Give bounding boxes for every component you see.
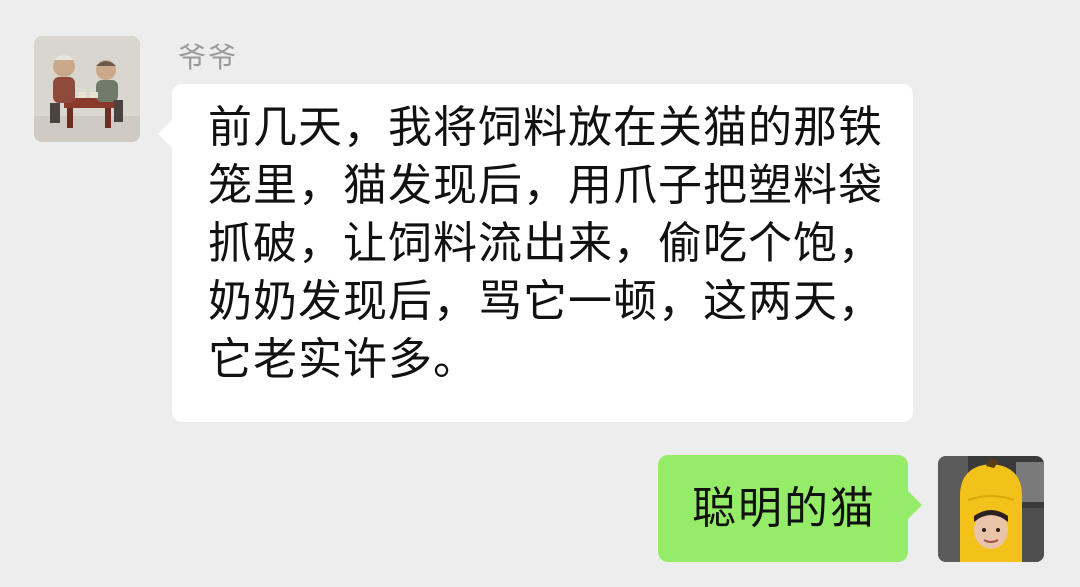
incoming-message-bubble[interactable]: 前几天，我将饲料放在关猫的那铁 笼里，猫发现后，用爪子把塑料袋 抓破，让饲料流出… — [158, 84, 913, 422]
message-line: 前几天，我将饲料放在关猫的那铁 — [208, 102, 883, 153]
sender-name: 爷爷 — [178, 41, 239, 74]
sender-avatar[interactable] — [34, 36, 140, 142]
banana-costume-icon — [938, 456, 1044, 562]
self-avatar[interactable] — [938, 456, 1044, 562]
message-line: 笼里，猫发现后，用爪子把塑料袋 — [208, 160, 883, 211]
outgoing-message-text: 聪明的猫 — [692, 482, 876, 534]
message-line: 奶奶发现后，骂它一顿，这两天， — [208, 276, 883, 327]
outgoing-message-bubble[interactable]: 聪明的猫 — [658, 455, 922, 562]
message-line: 它老实许多。 — [208, 334, 478, 385]
grandparents-figurine-icon — [34, 36, 140, 142]
message-line: 抓破，让饲料流出来，偷吃个饱， — [208, 218, 883, 269]
